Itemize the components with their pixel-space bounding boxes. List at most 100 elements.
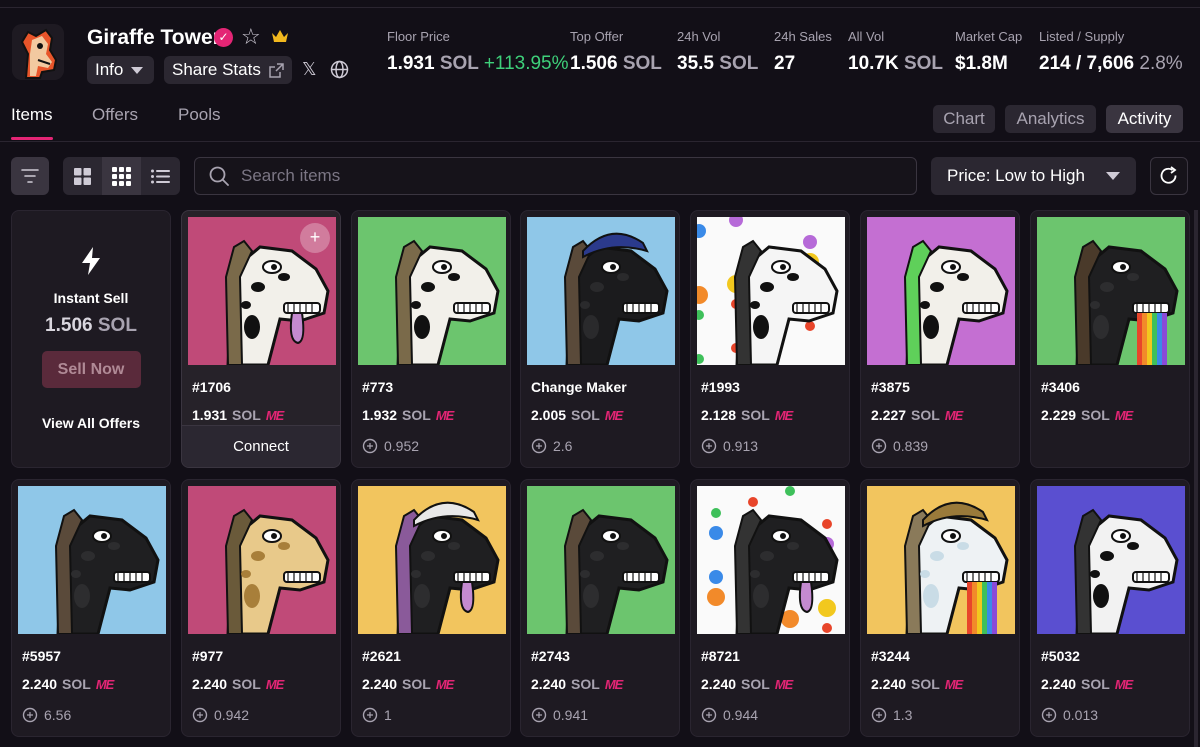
nft-price-unit: SOL [911, 407, 940, 423]
nft-card[interactable]: Change Maker 2.005 SOL ME 2.6 [520, 210, 680, 468]
sort-dropdown[interactable]: Price: Low to High [931, 157, 1136, 195]
nft-image[interactable] [18, 486, 166, 634]
share-icon [269, 62, 284, 78]
nft-image[interactable] [867, 217, 1015, 365]
nft-price-value: 2.227 [871, 407, 907, 423]
refresh-icon [1160, 166, 1177, 184]
nft-name: #1993 [701, 379, 740, 395]
nft-image[interactable] [867, 486, 1015, 634]
add-to-cart-plus-icon[interactable]: + [300, 223, 330, 253]
nft-last-sale-value: 1 [384, 707, 392, 723]
nft-card[interactable]: #1993 2.128 SOL ME 0.913 [690, 210, 850, 468]
tab-offers[interactable]: Offers [92, 105, 138, 125]
nft-name: #5957 [22, 648, 61, 664]
grid-view-toggle [63, 157, 180, 195]
nft-image[interactable] [1037, 486, 1185, 634]
instant-sell-unit: SOL [97, 315, 137, 336]
top-divider [0, 7, 1200, 8]
info-dropdown[interactable]: Info [87, 56, 154, 84]
nft-card[interactable]: #3244 2.240 SOL ME 1.3 [860, 479, 1020, 737]
stat-change: +113.95% [483, 53, 569, 74]
activity-button[interactable]: Activity [1106, 105, 1183, 133]
connect-button[interactable]: Connect [182, 425, 340, 467]
stat-value: 214 / 7,606 [1039, 53, 1135, 74]
nft-price-value: 2.240 [531, 676, 567, 692]
nft-card[interactable]: #2743 2.240 SOL ME 0.941 [520, 479, 680, 737]
scrollbar[interactable] [1194, 210, 1198, 747]
stat-label: Market Cap [955, 29, 1023, 44]
nft-name: #5032 [1041, 648, 1080, 664]
instant-sell-title: Instant Sell [53, 290, 129, 306]
stat-value: $1.8M [955, 53, 1008, 74]
nft-card[interactable]: #977 2.240 SOL ME 0.942 [181, 479, 341, 737]
stat-24h-vol: 24h Vol 35.5 SOL [677, 29, 758, 75]
chart-button[interactable]: Chart [933, 105, 995, 133]
website-globe-icon[interactable] [330, 60, 349, 84]
nft-price: 2.128 SOL ME [701, 407, 793, 423]
nft-image[interactable] [527, 217, 675, 365]
nft-last-sale-value: 0.952 [384, 438, 420, 454]
nft-last-sale: 2.6 [531, 438, 572, 454]
nft-price-unit: SOL [741, 407, 770, 423]
magic-eden-icon: ME [774, 407, 793, 423]
nft-card[interactable]: #5957 2.240 SOL ME 6.56 [11, 479, 171, 737]
nft-card[interactable]: #8721 2.240 SOL ME 0.944 [690, 479, 850, 737]
tab-pools[interactable]: Pools [178, 105, 221, 125]
nft-card[interactable]: + #1706 1.931 SOL ME Connect [181, 210, 341, 468]
nft-price-unit: SOL [571, 407, 600, 423]
nft-price-unit: SOL [1081, 407, 1110, 423]
stat-24h-sales: 24h Sales 27 [774, 29, 832, 75]
nft-image[interactable] [358, 217, 506, 365]
nft-price: 2.240 SOL ME [871, 676, 963, 692]
nft-image[interactable] [358, 486, 506, 634]
search-input[interactable] [241, 166, 841, 186]
last-sale-icon [531, 707, 547, 723]
nft-card[interactable]: #773 1.932 SOL ME 0.952 [351, 210, 511, 468]
stat-percent: 2.8% [1139, 53, 1183, 74]
nft-card[interactable]: #2621 2.240 SOL ME 1 [351, 479, 511, 737]
last-sale-icon [362, 438, 378, 454]
nft-price-unit: SOL [402, 407, 431, 423]
share-stats-button[interactable]: Share Stats [164, 56, 292, 84]
nft-card[interactable]: #3406 2.229 SOL ME [1030, 210, 1190, 468]
stat-value: 10.7K [848, 53, 899, 74]
filter-icon [21, 169, 39, 183]
stat-label: 24h Sales [774, 29, 832, 44]
tab-items[interactable]: Items [11, 105, 53, 125]
refresh-button[interactable] [1150, 157, 1188, 195]
magic-eden-icon: ME [265, 407, 284, 423]
stat-value: 27 [774, 53, 796, 74]
filter-toggle-button[interactable] [11, 157, 49, 195]
stat-unit: SOL [903, 53, 944, 74]
nft-price: 1.932 SOL ME [362, 407, 454, 423]
magic-eden-icon: ME [604, 676, 623, 692]
small-grid-view-button[interactable] [102, 157, 141, 195]
nft-name: #977 [192, 648, 224, 664]
nft-price-value: 2.240 [192, 676, 228, 692]
nft-image[interactable] [1037, 217, 1185, 365]
stat-label: Floor Price [387, 29, 450, 44]
analytics-button[interactable]: Analytics [1005, 105, 1096, 133]
stat-all-vol: All Vol 10.7K SOL [848, 29, 943, 75]
nft-price: 2.240 SOL ME [701, 676, 793, 692]
nft-last-sale-value: 0.941 [553, 707, 589, 723]
large-grid-view-button[interactable] [63, 157, 102, 195]
nft-image[interactable] [697, 217, 845, 365]
stat-value: 35.5 [677, 53, 714, 74]
large-grid-icon [74, 167, 91, 185]
magic-eden-icon: ME [435, 676, 454, 692]
nft-card[interactable]: #5032 2.240 SOL ME 0.013 [1030, 479, 1190, 737]
list-view-button[interactable] [141, 157, 180, 195]
x-twitter-icon[interactable]: 𝕏 [302, 59, 317, 80]
view-all-offers-link[interactable]: View All Offers [12, 415, 170, 431]
nft-price-unit: SOL [571, 676, 600, 692]
favorite-star-icon[interactable]: ☆ [241, 24, 261, 50]
magic-eden-icon: ME [1114, 407, 1133, 423]
nft-image[interactable] [697, 486, 845, 634]
nft-last-sale-value: 0.913 [723, 438, 759, 454]
search-box [194, 157, 917, 195]
nft-card[interactable]: #3875 2.227 SOL ME 0.839 [860, 210, 1020, 468]
nft-image[interactable] [188, 486, 336, 634]
sell-now-button[interactable]: Sell Now [41, 351, 141, 388]
nft-image[interactable] [527, 486, 675, 634]
